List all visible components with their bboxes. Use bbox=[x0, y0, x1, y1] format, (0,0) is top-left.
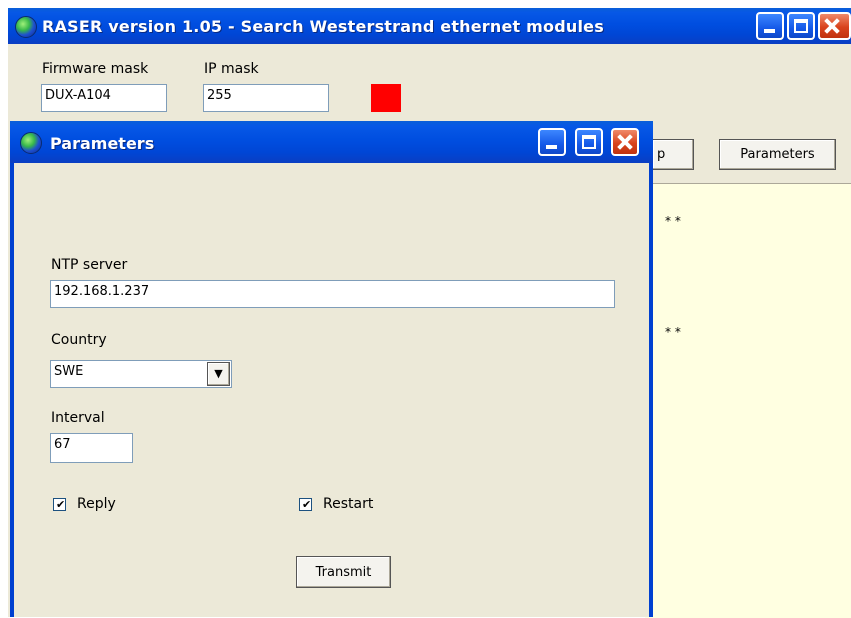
country-label: Country bbox=[51, 332, 107, 348]
interval-label: Interval bbox=[51, 410, 105, 426]
main-maximize-button[interactable] bbox=[787, 12, 815, 40]
ntp-server-input[interactable]: 192.168.1.237 bbox=[50, 280, 615, 308]
minimize-icon bbox=[546, 145, 557, 149]
ip-mask-label: IP mask bbox=[204, 61, 259, 77]
minimize-icon bbox=[764, 29, 775, 33]
firmware-mask-label: Firmware mask bbox=[42, 61, 149, 77]
module-list-panel[interactable] bbox=[645, 183, 851, 618]
ntp-server-label: NTP server bbox=[51, 257, 128, 273]
interval-input[interactable]: 67 bbox=[50, 433, 133, 463]
main-close-button[interactable] bbox=[818, 12, 851, 40]
country-select[interactable]: SWE bbox=[50, 360, 232, 388]
parameters-button[interactable]: Parameters bbox=[719, 139, 836, 170]
main-window-title: RASER version 1.05 - Search Westerstrand… bbox=[42, 17, 604, 36]
status-indicator bbox=[371, 84, 401, 112]
checkmark-icon: ✔ bbox=[302, 498, 312, 511]
restart-checkbox[interactable]: ✔ bbox=[299, 498, 312, 511]
dialog-globe-icon bbox=[20, 132, 42, 154]
chevron-down-icon: ▼ bbox=[214, 367, 223, 380]
close-icon bbox=[820, 14, 844, 38]
partial-hidden-button[interactable]: p bbox=[652, 139, 694, 170]
maximize-icon bbox=[582, 135, 596, 149]
dialog-title: Parameters bbox=[50, 134, 155, 153]
restart-label: Restart bbox=[323, 496, 374, 512]
dialog-maximize-button[interactable] bbox=[575, 128, 603, 156]
close-icon bbox=[613, 130, 637, 154]
reply-checkbox[interactable]: ✔ bbox=[53, 498, 66, 511]
transmit-button[interactable]: Transmit bbox=[296, 556, 391, 588]
list-marker-2: * * bbox=[665, 325, 681, 339]
app-globe-icon bbox=[15, 16, 37, 38]
country-dropdown-button[interactable]: ▼ bbox=[207, 362, 230, 386]
country-select-value: SWE bbox=[54, 364, 84, 379]
dialog-close-button[interactable] bbox=[611, 128, 639, 156]
main-minimize-button[interactable] bbox=[756, 12, 784, 40]
dialog-title-bar[interactable]: Parameters bbox=[10, 121, 653, 163]
list-marker-1: * * bbox=[665, 214, 681, 228]
checkmark-icon: ✔ bbox=[56, 498, 66, 511]
maximize-icon bbox=[794, 19, 808, 33]
firmware-mask-input[interactable]: DUX-A104 bbox=[41, 84, 167, 112]
ip-mask-input[interactable]: 255 bbox=[203, 84, 329, 112]
main-title-bar[interactable]: RASER version 1.05 - Search Westerstrand… bbox=[8, 8, 851, 44]
dialog-minimize-button[interactable] bbox=[538, 128, 566, 156]
reply-label: Reply bbox=[77, 496, 116, 512]
